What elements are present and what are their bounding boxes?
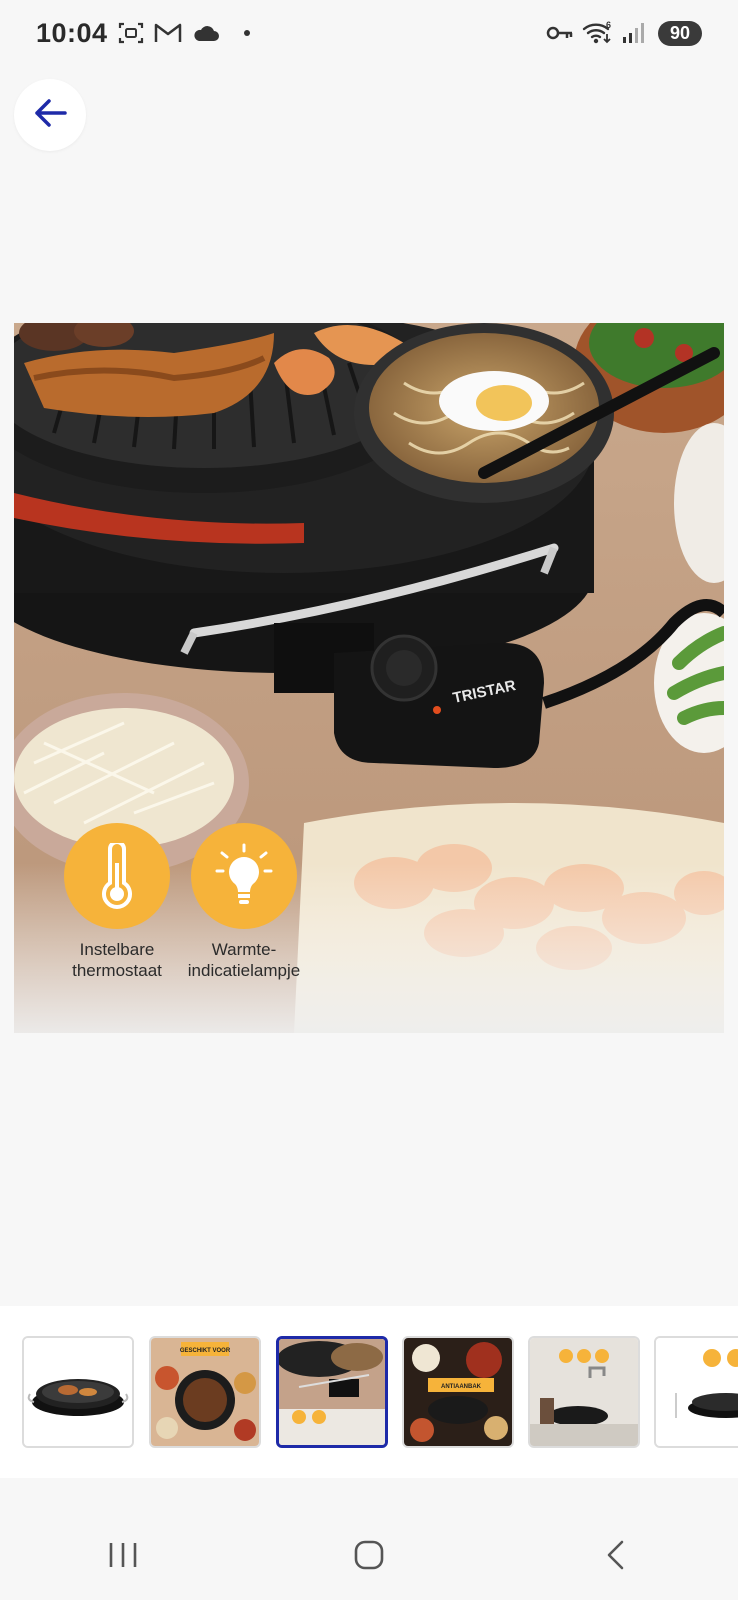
home-button[interactable] (329, 1527, 409, 1587)
recents-button[interactable] (83, 1527, 163, 1587)
nav-back-button[interactable] (575, 1527, 655, 1587)
arrow-left-icon (33, 98, 67, 133)
thumbnail-2-banner: GESCHIKT VOOR (180, 1348, 231, 1354)
lightbulb-icon (214, 843, 274, 909)
feature-thermostat-badge (64, 823, 170, 929)
thumbnail-1[interactable] (22, 1336, 134, 1448)
signal-icon (622, 22, 646, 44)
svg-text:6: 6 (606, 20, 611, 30)
home-icon (353, 1539, 385, 1576)
thumbnail-4-banner: ANTIAANBAK (441, 1384, 482, 1390)
thermometer-icon (97, 843, 137, 909)
thumbnail-strip[interactable]: GESCHIKT VOOR ANTIAANBAK (0, 1306, 738, 1478)
cloud-icon (192, 23, 220, 43)
dot-icon (243, 30, 250, 36)
status-left: 10:04 (36, 18, 250, 49)
thumbnail-6[interactable] (654, 1336, 738, 1448)
screenshot-icon (118, 21, 144, 45)
thumbnail-3[interactable] (276, 1336, 388, 1448)
feature-indicator-badge (191, 823, 297, 929)
back-chevron-icon (604, 1539, 626, 1576)
back-button[interactable] (14, 79, 86, 151)
product-image[interactable]: TRISTAR Instelbare thermostaat Warmte- i… (14, 323, 724, 1033)
feature-indicator-light: Warmte- indicatielampje (169, 823, 319, 981)
gmail-icon (154, 22, 182, 44)
system-nav-bar (0, 1514, 738, 1600)
status-time: 10:04 (36, 17, 108, 48)
status-bar: 10:04 6 90 (0, 0, 738, 66)
thumbnail-2[interactable]: GESCHIKT VOOR (149, 1336, 261, 1448)
thumbnail-4[interactable]: ANTIAANBAK (402, 1336, 514, 1448)
wifi-icon: 6 (582, 20, 614, 46)
thumbnail-5[interactable] (528, 1336, 640, 1448)
recents-icon (108, 1541, 138, 1574)
key-icon (546, 25, 574, 41)
battery-indicator: 90 (657, 20, 702, 46)
status-right: 6 90 (546, 20, 702, 46)
feature-indicator-label: Warmte- indicatielampje (187, 940, 301, 980)
